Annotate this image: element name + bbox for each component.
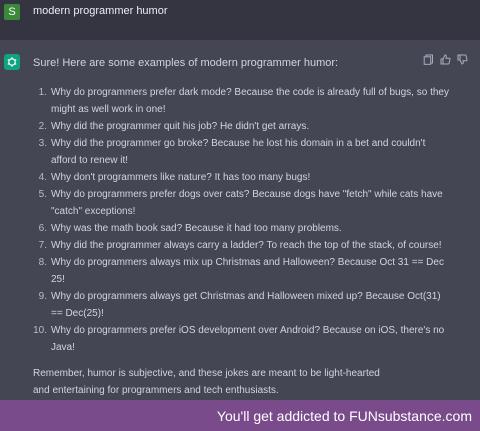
list-item: 6. Why was the math book sad? Because it …: [33, 220, 451, 237]
list-item-text: Why do programmers prefer dogs over cats…: [51, 189, 443, 217]
watermark-banner: You'll get addicted to FUNsubstance.com: [0, 400, 480, 431]
user-avatar: S: [4, 4, 20, 20]
copy-icon[interactable]: [423, 54, 434, 65]
list-item-text: Why do programmers always mix up Christm…: [51, 257, 444, 285]
list-item-text: Why don't programmers like nature? It ha…: [51, 172, 311, 183]
jokes-list: 1. Why do programmers prefer dark mode? B…: [33, 84, 451, 356]
list-item-number: 10.: [33, 325, 47, 336]
thumbs-down-icon[interactable]: [457, 54, 468, 65]
list-item-number: 3.: [38, 138, 47, 149]
assistant-avatar: [4, 54, 20, 70]
list-item-text: Why did the programmer go broke? Because…: [51, 138, 426, 166]
list-item: 4. Why don't programmers like nature? It …: [33, 169, 451, 186]
list-item-number: 6.: [38, 223, 47, 234]
list-item-number: 4.: [38, 172, 47, 183]
list-item-text: Why did the programmer always carry a la…: [51, 240, 442, 251]
openai-logo-icon: [7, 57, 17, 67]
list-item-number: 7.: [38, 240, 47, 251]
list-item: 9. Why do programmers always get Christma…: [33, 288, 451, 322]
list-item-text: Why did the programmer quit his job? He …: [51, 121, 310, 132]
thumbs-up-icon[interactable]: [440, 54, 451, 65]
user-message-row: S modern programmer humor: [0, 0, 480, 40]
list-item-number: 8.: [38, 257, 47, 268]
assistant-message-row: Sure! Here are some examples of modern p…: [0, 40, 480, 400]
list-item: 5. Why do programmers prefer dogs over ca…: [33, 186, 451, 220]
assistant-outro-text: Remember, humor is subjective, and these…: [33, 368, 380, 396]
list-item: 1. Why do programmers prefer dark mode? B…: [33, 84, 451, 118]
message-actions: [423, 54, 468, 65]
list-item-text: Why do programmers prefer dark mode? Bec…: [51, 87, 449, 115]
list-item-number: 1.: [38, 87, 47, 98]
watermark-text: You'll get addicted to FUNsubstance.com: [216, 408, 472, 424]
list-item-number: 2.: [38, 121, 47, 132]
list-item: 8. Why do programmers always mix up Chris…: [33, 254, 451, 288]
list-item: 2. Why did the programmer quit his job? H…: [33, 118, 451, 135]
list-item-text: Why do programmers always get Christmas …: [51, 291, 441, 319]
list-item-text: Why do programmers prefer iOS developmen…: [51, 325, 445, 353]
list-item-text: Why was the math book sad? Because it ha…: [51, 223, 342, 234]
user-message-text: modern programmer humor: [33, 5, 168, 17]
list-item: 7. Why did the programmer always carry a …: [33, 237, 451, 254]
list-item-number: 5.: [38, 189, 47, 200]
list-item: 10. Why do programmers prefer iOS develop…: [33, 322, 451, 356]
list-item: 3. Why did the programmer go broke? Becau…: [33, 135, 451, 169]
list-item-number: 9.: [38, 291, 47, 302]
assistant-intro-text: Sure! Here are some examples of modern p…: [33, 57, 339, 69]
